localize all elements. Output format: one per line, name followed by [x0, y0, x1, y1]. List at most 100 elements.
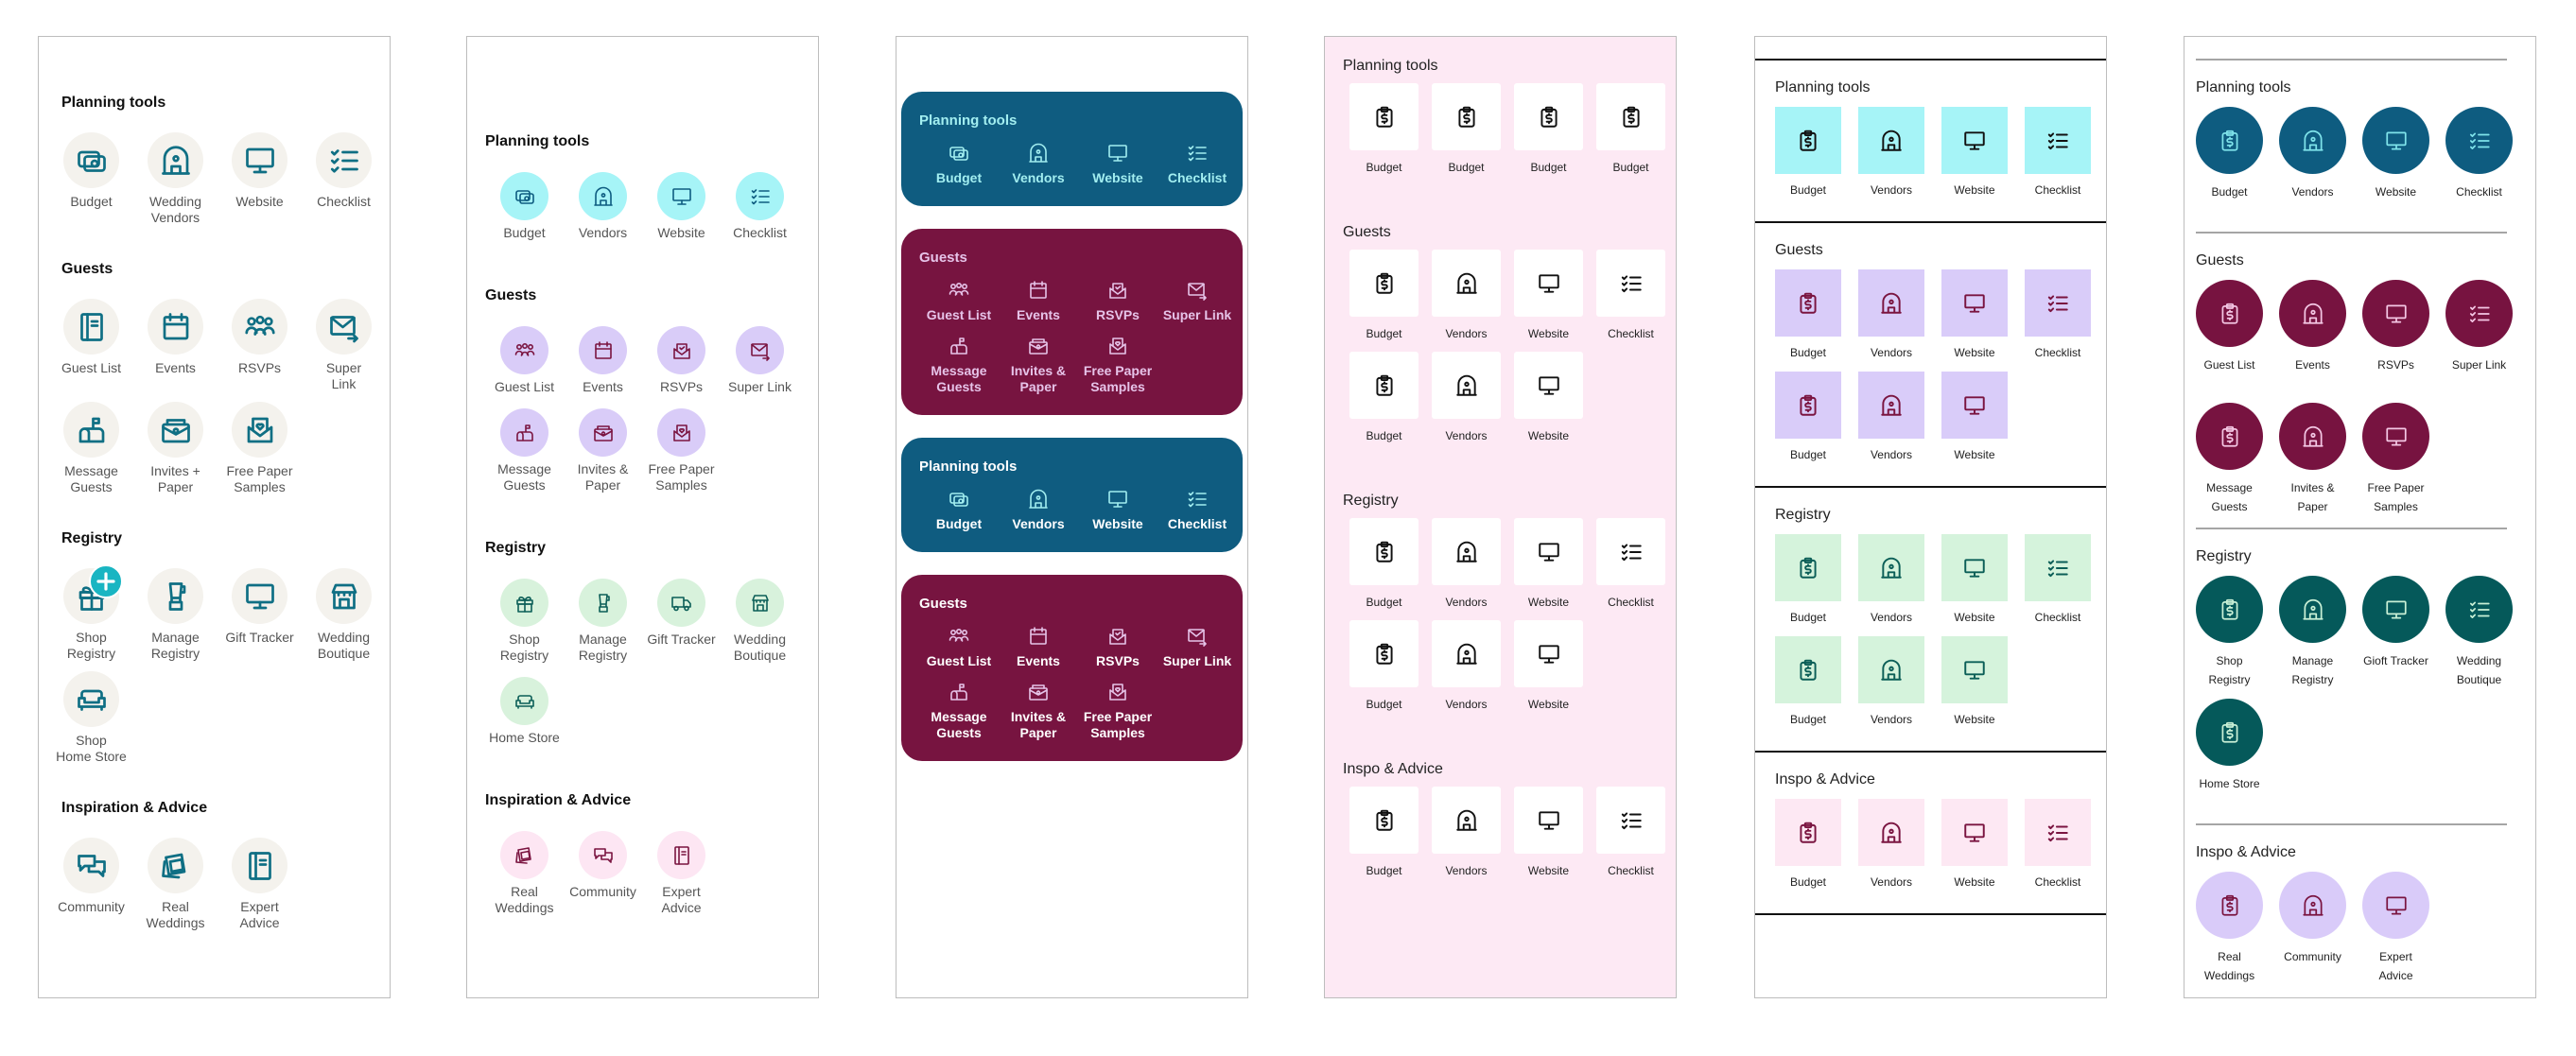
menu-item-super-link[interactable]: Super Link [2445, 280, 2513, 393]
menu-item-website[interactable]: Website [1514, 620, 1583, 713]
menu-item-community[interactable]: Community [2279, 872, 2346, 985]
menu-item-budget[interactable]: Budget [1349, 250, 1419, 342]
menu-item-shop-registry[interactable]: Shop Registry [2196, 576, 2263, 689]
menu-item-rsvps[interactable]: RSVPs [642, 326, 721, 395]
menu-item-website[interactable]: Website [1514, 787, 1583, 879]
menu-item-budget[interactable]: Budget [1775, 107, 1841, 199]
menu-item-vendors[interactable]: Vendors [1858, 534, 1924, 626]
menu-item-manage-registry[interactable]: Manage Registry [2279, 576, 2346, 689]
menu-item-gioft-tracker[interactable]: Gioft Tracker [2362, 576, 2429, 689]
menu-item-wedding-boutique[interactable]: Wedding Boutique [721, 579, 799, 664]
menu-item-invites-paper[interactable]: Invites & Paper [999, 335, 1078, 395]
menu-item-budget[interactable]: Budget [1349, 518, 1419, 611]
menu-item-vendors[interactable]: Vendors [1432, 620, 1501, 713]
menu-item-events[interactable]: Events [133, 299, 218, 392]
menu-item-gift-tracker[interactable]: Gift Tracker [218, 568, 302, 662]
menu-item-budget[interactable]: Budget [1775, 534, 1841, 626]
menu-item-super-link[interactable]: Super Link [721, 326, 799, 395]
menu-item-vendors[interactable]: Vendors [1432, 787, 1501, 879]
menu-item-website[interactable]: Website [1514, 518, 1583, 611]
menu-item-home-store[interactable]: Home Store [2196, 699, 2263, 812]
menu-item-guest-list[interactable]: Guest List [485, 326, 564, 395]
menu-item-real-weddings[interactable]: Real Weddings [485, 831, 564, 916]
menu-item-budget[interactable]: Budget [1596, 83, 1665, 176]
menu-item-website[interactable]: Website [1941, 636, 2008, 728]
menu-item-events[interactable]: Events [564, 326, 642, 395]
menu-item-invites-paper[interactable]: Invites + Paper [133, 402, 218, 495]
menu-item-expert-advice[interactable]: Expert Advice [218, 838, 302, 931]
menu-item-checklist[interactable]: Checklist [302, 132, 386, 226]
menu-item-free-paper-samples[interactable]: Free Paper Samples [2362, 403, 2429, 516]
menu-item-super-link[interactable]: Super Link [302, 299, 386, 392]
menu-item-guest-list[interactable]: Guest List [919, 279, 999, 323]
menu-item-vendors[interactable]: Vendors [564, 172, 642, 241]
menu-item-budget[interactable]: Budget [2196, 107, 2263, 220]
menu-item-free-paper-samples[interactable]: Free Paper Samples [1078, 681, 1157, 741]
menu-item-free-paper-samples[interactable]: Free Paper Samples [642, 408, 721, 493]
menu-item-community[interactable]: Community [564, 831, 642, 916]
menu-item-shop-home-store[interactable]: Shop Home Store [49, 671, 133, 765]
menu-item-website[interactable]: Website [2362, 107, 2429, 220]
menu-item-guest-list[interactable]: Guest List [2196, 280, 2263, 393]
menu-item-website[interactable]: Website [642, 172, 721, 241]
menu-item-shop-registry[interactable]: Shop Registry [485, 579, 564, 664]
menu-item-rsvps[interactable]: RSVPs [1078, 625, 1157, 669]
menu-item-website[interactable]: Website [1941, 107, 2008, 199]
menu-item-checklist[interactable]: Checklist [1596, 518, 1665, 611]
menu-item-checklist[interactable]: Checklist [2025, 534, 2091, 626]
menu-item-invites-paper[interactable]: Invites & Paper [999, 681, 1078, 741]
menu-item-checklist[interactable]: Checklist [2025, 107, 2091, 199]
menu-item-home-store[interactable]: Home Store [485, 677, 564, 746]
menu-item-manage-registry[interactable]: Manage Registry [564, 579, 642, 664]
menu-item-website[interactable]: Website [1078, 142, 1157, 186]
menu-item-invites-paper[interactable]: Invites & Paper [2279, 403, 2346, 516]
menu-item-checklist[interactable]: Checklist [1596, 787, 1665, 879]
menu-item-events[interactable]: Events [2279, 280, 2346, 393]
menu-item-budget[interactable]: Budget [49, 132, 133, 226]
menu-item-message-guests[interactable]: Message Guests [919, 681, 999, 741]
menu-item-events[interactable]: Events [999, 279, 1078, 323]
menu-item-message-guests[interactable]: Message Guests [49, 402, 133, 495]
menu-item-website[interactable]: Website [1514, 352, 1583, 444]
menu-item-vendors[interactable]: Vendors [1858, 269, 1924, 361]
menu-item-guest-list[interactable]: Guest List [49, 299, 133, 392]
menu-item-vendors[interactable]: Vendors [999, 142, 1078, 186]
menu-item-vendors[interactable]: Vendors [1858, 107, 1924, 199]
menu-item-vendors[interactable]: Vendors [1432, 518, 1501, 611]
menu-item-checklist[interactable]: Checklist [2445, 107, 2513, 220]
menu-item-invites-paper[interactable]: Invites & Paper [564, 408, 642, 493]
menu-item-budget[interactable]: Budget [1514, 83, 1583, 176]
menu-item-rsvps[interactable]: RSVPs [218, 299, 302, 392]
menu-item-vendors[interactable]: Vendors [1432, 352, 1501, 444]
menu-item-guest-list[interactable]: Guest List [919, 625, 999, 669]
menu-item-message-guests[interactable]: Message Guests [485, 408, 564, 493]
menu-item-budget[interactable]: Budget [1775, 372, 1841, 463]
menu-item-website[interactable]: Website [1514, 250, 1583, 342]
menu-item-message-guests[interactable]: Message Guests [919, 335, 999, 395]
menu-item-vendors[interactable]: Vendors [1858, 799, 1924, 891]
menu-item-real-weddings[interactable]: Real Weddings [133, 838, 218, 931]
menu-item-vendors[interactable]: Vendors [1858, 636, 1924, 728]
menu-item-website[interactable]: Website [218, 132, 302, 226]
menu-item-budget[interactable]: Budget [1775, 799, 1841, 891]
menu-item-wedding-boutique[interactable]: Wedding Boutique [302, 568, 386, 662]
menu-item-checklist[interactable]: Checklist [1157, 142, 1237, 186]
menu-item-message-guests[interactable]: Message Guests [2196, 403, 2263, 516]
menu-item-budget[interactable]: Budget [1349, 352, 1419, 444]
menu-item-vendors[interactable]: Vendors [999, 488, 1078, 532]
menu-item-budget[interactable]: Budget [1349, 787, 1419, 879]
menu-item-website[interactable]: Website [1941, 269, 2008, 361]
menu-item-budget[interactable]: Budget [919, 488, 999, 532]
menu-item-expert-advice[interactable]: Expert Advice [642, 831, 721, 916]
menu-item-expert-advice[interactable]: Expert Advice [2362, 872, 2429, 985]
menu-item-website[interactable]: Website [1078, 488, 1157, 532]
menu-item-budget[interactable]: Budget [485, 172, 564, 241]
menu-item-checklist[interactable]: Checklist [1596, 250, 1665, 342]
menu-item-checklist[interactable]: Checklist [721, 172, 799, 241]
menu-item-shop-registry[interactable]: Shop Registry [49, 568, 133, 662]
menu-item-wedding-boutique[interactable]: Wedding Boutique [2445, 576, 2513, 689]
menu-item-budget[interactable]: Budget [919, 142, 999, 186]
menu-item-vendors[interactable]: Vendors [1432, 250, 1501, 342]
menu-item-real-weddings[interactable]: Real Weddings [2196, 872, 2263, 985]
menu-item-rsvps[interactable]: RSVPs [2362, 280, 2429, 393]
